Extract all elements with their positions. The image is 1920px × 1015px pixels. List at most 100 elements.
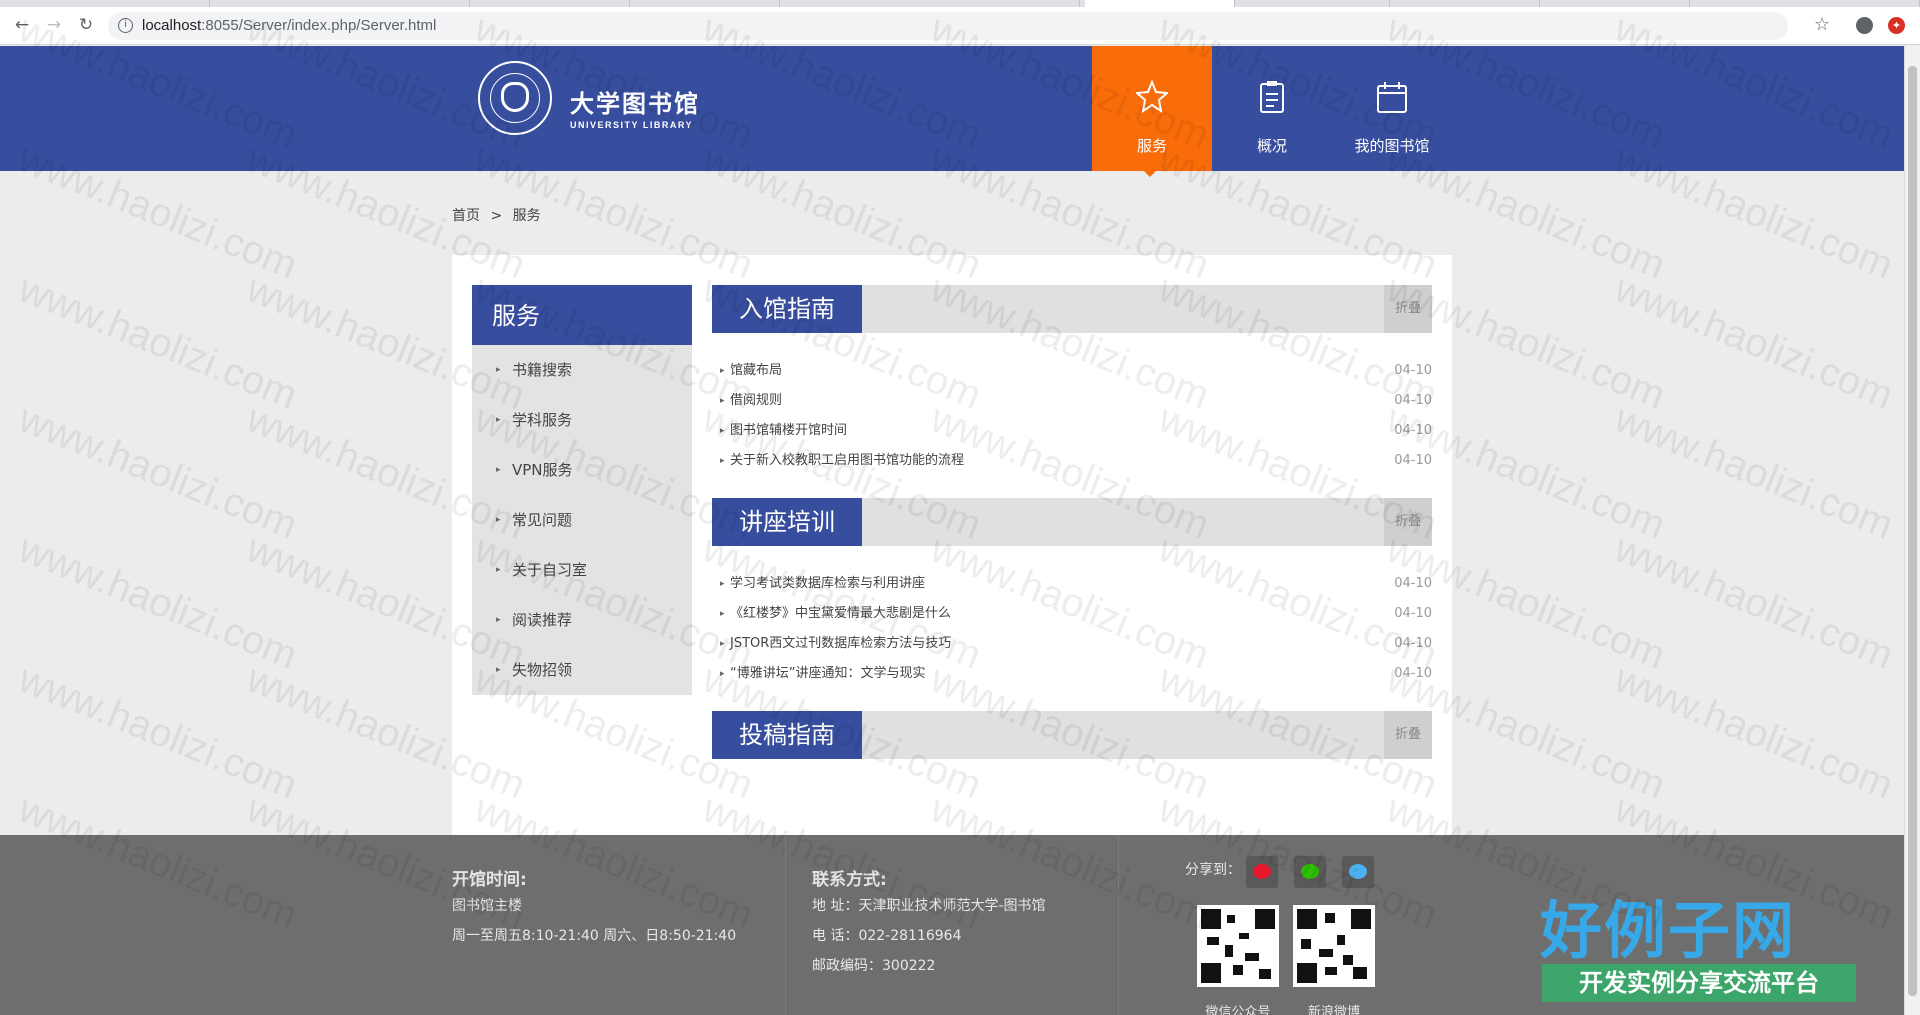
browser-tab[interactable] — [1690, 0, 1920, 7]
watermark-text: www.haolizi.com — [12, 526, 304, 678]
scrollbar-thumb[interactable] — [1908, 66, 1917, 996]
site-badge-tagline: 开发实例分享交流平台 — [1542, 964, 1856, 1002]
footer-divider — [1118, 835, 1119, 1015]
qr-finder — [1255, 909, 1275, 929]
section-header-submission: 投稿指南 折叠 — [712, 711, 1432, 759]
arrow-right-icon: ▸ — [496, 665, 501, 675]
page-scrollbar[interactable] — [1904, 46, 1920, 1015]
list-item[interactable]: ▸ 借阅规则 04-10 — [712, 386, 1432, 416]
section-header-guide: 入馆指南 折叠 — [712, 285, 1432, 333]
nav-service-label: 服务 — [1136, 137, 1167, 155]
watermark-text: www.haolizi.com — [12, 656, 304, 808]
list-item-date: 04-10 — [1394, 363, 1432, 378]
bullet-icon: ▸ — [720, 639, 725, 649]
sidebar-item-reading[interactable]: ▸ 阅读推荐 — [472, 595, 692, 645]
bookmark-star-icon[interactable]: ☆ — [1814, 14, 1830, 35]
fold-button[interactable]: 折叠 — [1384, 285, 1432, 333]
list-item[interactable]: ▸ 馆藏布局 04-10 — [712, 356, 1432, 386]
list-item[interactable]: ▸ 学习考试类数据库检索与利用讲座 04-10 — [712, 569, 1432, 599]
arrow-right-icon: ▸ — [496, 365, 501, 375]
browser-tab[interactable] — [210, 0, 470, 7]
wechat-qr-code — [1197, 905, 1279, 987]
qr-module — [1325, 913, 1335, 923]
forward-icon[interactable]: → — [44, 15, 64, 35]
active-nav-caret — [1144, 171, 1156, 177]
logo-subtitle: UNIVERSITY LIBRARY — [570, 120, 694, 130]
nav-my-library[interactable]: 我的图书馆 — [1332, 46, 1452, 171]
qr-label-wechat: 微信公众号 — [1205, 1005, 1271, 1015]
logo-title[interactable]: 大学图书馆 — [570, 84, 700, 119]
sidebar: 服务 ▸ 书籍搜索 ▸ 学科服务 ▸ VPN服务 ▸ 常见问题 ▸ 关于自习室 ▸ 阅读推荐… — [472, 285, 692, 695]
sidebar-item-subject-service[interactable]: ▸ 学科服务 — [472, 395, 692, 445]
breadcrumb-separator: > — [490, 208, 503, 224]
account-icon[interactable] — [1856, 17, 1873, 34]
section-title[interactable]: 投稿指南 — [712, 711, 862, 759]
qr-module — [1319, 949, 1333, 957]
extension-icon[interactable]: ✦ — [1888, 17, 1905, 34]
list-item-title[interactable]: 借阅规则 — [730, 386, 782, 416]
sidebar-item-faq[interactable]: ▸ 常见问题 — [472, 495, 692, 545]
qr-module — [1343, 955, 1353, 965]
reload-icon[interactable]: ↻ — [76, 15, 96, 35]
list-item-title[interactable]: 关于新入校教职工启用图书馆功能的流程 — [730, 446, 964, 476]
bullet-icon: ▸ — [720, 609, 725, 619]
list-item[interactable]: ▸ 《红楼梦》中宝黛爱情最大悲剧是什么 04-10 — [712, 599, 1432, 629]
list-item-date: 04-10 — [1394, 423, 1432, 438]
qr-module — [1225, 945, 1233, 957]
weibo-icon[interactable] — [1246, 856, 1278, 888]
section-title[interactable]: 讲座培训 — [712, 498, 862, 546]
list-item-title[interactable]: 学习考试类数据库检索与利用讲座 — [730, 569, 925, 599]
bullet-icon: ▸ — [720, 366, 725, 376]
browser-tab[interactable] — [1240, 0, 1390, 7]
list-item-title[interactable]: 图书馆辅楼开馆时间 — [730, 416, 847, 446]
wechat-icon[interactable] — [1294, 856, 1326, 888]
bullet-icon: ▸ — [720, 669, 725, 679]
bullet-icon: ▸ — [720, 456, 725, 466]
browser-tab[interactable] — [630, 0, 780, 7]
list-item[interactable]: ▸ JSTOR西文过刊数据库检索方法与技巧 04-10 — [712, 629, 1432, 659]
address-bar[interactable]: i localhost:8055/Server/index.php/Server… — [108, 12, 1788, 40]
qq-icon[interactable] — [1342, 856, 1374, 888]
list-item-title[interactable]: 《红楼梦》中宝黛爱情最大悲剧是什么 — [730, 599, 951, 629]
list-item-title[interactable]: “博雅讲坛”讲座通知：文学与现实 — [730, 659, 925, 689]
watermark-text: www.haolizi.com — [1608, 396, 1900, 548]
university-seal-logo[interactable] — [478, 61, 552, 135]
sidebar-item-book-search[interactable]: ▸ 书籍搜索 — [472, 345, 692, 395]
sidebar-item-label: 阅读推荐 — [512, 611, 573, 629]
back-icon[interactable]: ← — [12, 15, 32, 35]
breadcrumb-home[interactable]: 首页 — [452, 208, 480, 224]
list-item-date: 04-10 — [1394, 393, 1432, 408]
sidebar-item-study-room[interactable]: ▸ 关于自习室 — [472, 545, 692, 595]
fold-button[interactable]: 折叠 — [1384, 498, 1432, 546]
browser-tab[interactable] — [470, 0, 630, 7]
weibo-icon-glyph — [1253, 864, 1271, 879]
list-item-title[interactable]: 馆藏布局 — [730, 356, 782, 386]
watermark-text: www.haolizi.com — [1608, 526, 1900, 678]
list-item-date: 04-10 — [1394, 636, 1432, 651]
list-item-title[interactable]: JSTOR西文过刊数据库检索方法与技巧 — [730, 629, 951, 659]
browser-tab[interactable] — [0, 0, 210, 7]
sidebar-item-vpn[interactable]: ▸ VPN服务 — [472, 445, 692, 495]
list-item-date: 04-10 — [1394, 606, 1432, 621]
browser-tab[interactable] — [780, 0, 1080, 7]
watermark-text: www.haolizi.com — [1608, 266, 1900, 418]
star-icon — [1136, 80, 1168, 114]
breadcrumb-current: 服务 — [512, 208, 541, 224]
nav-service[interactable]: 服务 — [1092, 46, 1212, 171]
list-item[interactable]: ▸ 关于新入校教职工启用图书馆功能的流程 04-10 — [712, 446, 1432, 476]
list-item[interactable]: ▸ “博雅讲坛”讲座通知：文学与现实 04-10 — [712, 659, 1432, 689]
nav-overview[interactable]: 概况 — [1212, 46, 1332, 171]
browser-tab[interactable] — [1540, 0, 1690, 7]
site-header: 大学图书馆 UNIVERSITY LIBRARY 服务 概况 我的图书馆 — [0, 46, 1904, 171]
sidebar-item-lost-found[interactable]: ▸ 失物招领 — [472, 645, 692, 695]
arrow-right-icon: ▸ — [496, 465, 501, 475]
fold-button[interactable]: 折叠 — [1384, 711, 1432, 759]
browser-tab[interactable] — [1390, 0, 1540, 7]
browser-tab-active[interactable] — [1085, 0, 1235, 7]
section-title[interactable]: 入馆指南 — [712, 285, 862, 333]
list-item[interactable]: ▸ 图书馆辅楼开馆时间 04-10 — [712, 416, 1432, 446]
hours-place: 图书馆主楼 — [452, 898, 522, 914]
url-text[interactable]: localhost:8055/Server/index.php/Server.h… — [142, 17, 436, 34]
sidebar-item-label: VPN服务 — [512, 461, 573, 479]
info-icon[interactable]: i — [118, 18, 133, 33]
